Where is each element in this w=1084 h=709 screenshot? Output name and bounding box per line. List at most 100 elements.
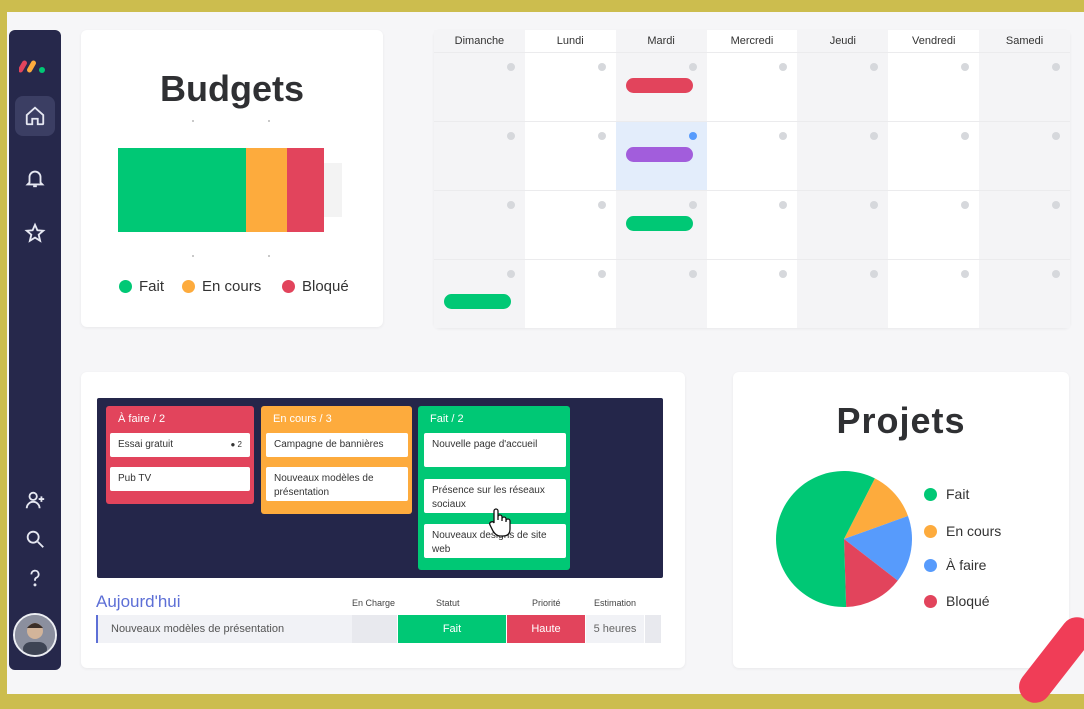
calendar-day-dot (779, 132, 788, 140)
kanban-item[interactable]: Nouvelle page d'accueil (424, 433, 566, 467)
calendar-event[interactable] (444, 294, 511, 309)
calendar-day-dot (870, 201, 879, 209)
kanban-item[interactable]: Nouveaux modèles de présentation (266, 467, 408, 501)
calendar-cell[interactable] (797, 52, 889, 121)
battery-cap (322, 163, 342, 217)
calendar-cell[interactable] (524, 259, 616, 328)
calendar-cell[interactable] (524, 121, 616, 190)
calendar-day-dot (961, 201, 970, 209)
calendar-day-dot (870, 270, 879, 278)
invite-members-button[interactable] (15, 480, 55, 520)
home-button[interactable] (15, 96, 55, 136)
tick (268, 255, 270, 257)
calendar-event[interactable] (625, 216, 693, 231)
bell-icon (25, 170, 45, 188)
calendar-cell[interactable] (524, 190, 616, 259)
kanban-item[interactable]: Pub TV (110, 467, 250, 491)
column-header-priority: Priorité (532, 598, 561, 608)
item-label: Pub TV (118, 473, 152, 484)
legend-fait: Fait (119, 278, 164, 295)
status-cell[interactable]: Fait (398, 615, 506, 643)
calendar-event[interactable] (625, 147, 693, 162)
notifications-button[interactable] (15, 158, 55, 198)
calendar-day-dot (779, 270, 788, 278)
owner-cell[interactable] (352, 615, 397, 643)
calendar-day-dot (779, 63, 788, 71)
calendar-cell[interactable] (797, 190, 889, 259)
kanban-item[interactable]: Campagne de bannières (266, 433, 408, 457)
legend-label: Bloqué (302, 278, 349, 295)
calendar-cell[interactable] (888, 121, 980, 190)
calendar-cell[interactable] (888, 190, 980, 259)
comment-badge: ● 2 (230, 438, 242, 452)
tick (268, 120, 270, 122)
row-end-cell (645, 615, 661, 643)
home-icon (25, 106, 45, 126)
legend-dot (182, 280, 195, 293)
calendar-day-dot (1051, 270, 1060, 278)
calendar-day-dot (506, 63, 515, 71)
budget-bar (118, 148, 324, 232)
calendar: Dimanche Lundi Mardi Mercredi Jeudi Vendredi S… (434, 30, 1070, 328)
calendar-event[interactable] (625, 78, 693, 93)
calendar-day-dot (597, 270, 606, 278)
calendar-day-dot (506, 270, 515, 278)
legend-label: À faire (946, 557, 987, 573)
calendar-cell[interactable] (615, 259, 707, 328)
today-group-title: Aujourd'hui (96, 592, 181, 611)
calendar-day-dot (506, 201, 515, 209)
item-label: Essai gratuit (118, 439, 174, 450)
legend-dot (282, 280, 295, 293)
estimate-cell[interactable]: 5 heures (586, 615, 644, 643)
budget-segment-2 (287, 148, 324, 232)
calendar-day-dot (597, 63, 606, 71)
legend-bloque: Bloqué (282, 278, 349, 295)
calendar-cell[interactable] (524, 52, 616, 121)
tick (192, 120, 194, 122)
pie-legend-fait: Fait (924, 486, 969, 502)
calendar-cell[interactable] (979, 259, 1070, 328)
calendar-cell[interactable] (434, 121, 525, 190)
favorites-button[interactable] (15, 213, 55, 253)
calendar-cell[interactable] (979, 121, 1070, 190)
calendar-cell[interactable] (706, 259, 798, 328)
avatar[interactable] (13, 613, 57, 657)
monday-logo (19, 60, 45, 73)
legend-dot (924, 524, 937, 538)
calendar-cell[interactable] (979, 190, 1070, 259)
calendar-day-dot (506, 132, 515, 140)
calendar-cell[interactable] (706, 121, 798, 190)
calendar-cell[interactable] (706, 52, 798, 121)
calendar-cell[interactable] (434, 190, 525, 259)
calendar-cell[interactable] (434, 52, 525, 121)
calendar-day-dot (1051, 63, 1060, 71)
task-name[interactable]: Nouveaux modèles de présentation (111, 623, 284, 635)
legend-label: En cours (202, 278, 262, 295)
comment-count: 2 (237, 440, 242, 449)
calendar-day-dot (597, 132, 606, 140)
sidebar (9, 30, 61, 670)
item-label: Campagne de bannières (274, 439, 384, 450)
calendar-day-dot (1051, 201, 1060, 209)
calendar-day-dot (688, 132, 697, 140)
user-photo-icon (15, 615, 55, 655)
calendar-cell[interactable] (979, 52, 1070, 121)
calendar-cell[interactable] (706, 190, 798, 259)
priority-cell[interactable]: Haute (507, 615, 585, 643)
calendar-cell[interactable] (797, 259, 889, 328)
calendar-day-header: Vendredi (911, 35, 956, 47)
calendar-day-dot (779, 201, 788, 209)
calendar-day-dot (870, 132, 879, 140)
help-button[interactable] (15, 558, 55, 598)
search-button[interactable] (15, 519, 55, 559)
kanban-item[interactable]: Essai gratuit ● 2 (110, 433, 250, 457)
projets-title: Projets (836, 400, 966, 441)
star-icon (24, 222, 46, 243)
calendar-cell[interactable] (888, 52, 980, 121)
calendar-day-header: Mardi (647, 35, 675, 47)
legend-en-cours: En cours (182, 278, 261, 295)
calendar-cell[interactable] (888, 259, 980, 328)
calendar-cell[interactable] (797, 121, 889, 190)
pie-legend-a-faire: À faire (924, 557, 986, 573)
calendar-day-header: Samedi (1005, 35, 1044, 47)
